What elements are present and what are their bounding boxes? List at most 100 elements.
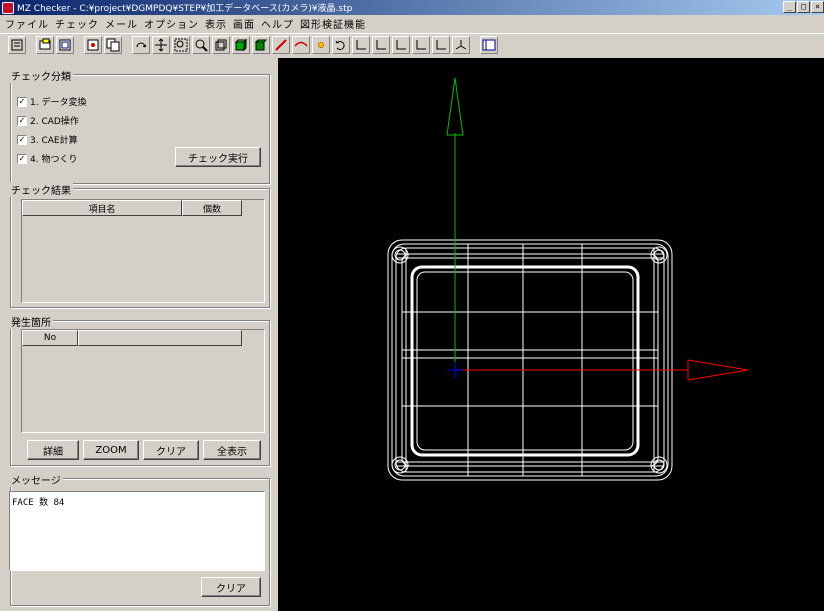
window-controls: _ □ ×	[783, 1, 824, 13]
axis-z	[447, 362, 463, 378]
menu-screen[interactable]: 画面	[230, 16, 258, 31]
checkbox[interactable]: ✓	[17, 96, 27, 107]
zoom-button[interactable]: ZOOM	[83, 440, 139, 460]
close-button[interactable]: ×	[811, 1, 824, 13]
export-button[interactable]	[84, 35, 102, 54]
fit-button[interactable]	[212, 35, 230, 54]
axis-x	[455, 359, 749, 381]
checkbox[interactable]: ✓	[17, 134, 27, 145]
title-bar: MZ Checker - C:¥project¥DGMPDQ¥STEP¥加工デー…	[0, 0, 824, 15]
rotate-button[interactable]	[132, 35, 150, 54]
checkbox-label: 4. 物つくり	[30, 155, 78, 165]
left-panel: チェック分類 ✓ 1. データ変換 ✓ 2. CAD操作 ✓ 3. CAE計算 …	[0, 58, 276, 611]
check-result-list[interactable]: 項目名 個数	[21, 199, 265, 303]
detail-button[interactable]: 詳細	[27, 440, 79, 460]
axis-neg-x-icon	[436, 39, 446, 49]
message-title: メッセージ	[9, 472, 63, 487]
rotate-icon	[136, 42, 147, 47]
window-title: MZ Checker - C:¥project¥DGMPDQ¥STEP¥加工デー…	[17, 4, 353, 14]
menu-bar: ファイル チェック メール オプション 表示 画面 ヘルプ 図形検証機能	[0, 15, 824, 32]
column-header-blank[interactable]	[78, 330, 242, 346]
minimize-button[interactable]: _	[783, 1, 796, 13]
checkbox[interactable]: ✓	[17, 115, 27, 126]
checkbox-label: 3. CAE計算	[30, 136, 78, 146]
open-button[interactable]	[36, 35, 54, 54]
wireframe-model	[387, 239, 673, 481]
panel-button[interactable]	[480, 35, 498, 54]
curve-icon	[294, 41, 308, 47]
check-category-group: チェック分類 ✓ 1. データ変換 ✓ 2. CAD操作 ✓ 3. CAE計算 …	[9, 68, 270, 184]
pan-icon	[155, 38, 167, 51]
menu-view[interactable]: 表示	[202, 16, 230, 31]
point-button[interactable]	[312, 35, 330, 54]
solid-button[interactable]	[252, 35, 270, 54]
checkbox-row-cad-operation[interactable]: ✓ 2. CAD操作	[17, 114, 79, 127]
axis-y	[446, 77, 464, 370]
undo-view-icon	[335, 40, 345, 50]
window-button[interactable]	[56, 35, 74, 54]
message-group: メッセージ FACE 数 84 クリア	[9, 472, 270, 606]
axis-z-button[interactable]	[392, 35, 410, 54]
column-header-no[interactable]: No	[22, 330, 78, 346]
checkbox-row-manufacturing[interactable]: ✓ 4. 物つくり	[17, 152, 77, 165]
axis-y-button[interactable]	[372, 35, 390, 54]
menu-file[interactable]: ファイル	[2, 16, 52, 31]
list-header: 項目名 個数	[22, 200, 264, 216]
model-view[interactable]	[278, 58, 824, 611]
copy-icon	[106, 38, 120, 51]
panel-icon	[482, 39, 496, 50]
checkbox-label: 2. CAD操作	[30, 117, 79, 127]
iso-button[interactable]	[452, 35, 470, 54]
shade-icon	[234, 38, 248, 51]
undo-view-button[interactable]	[332, 35, 350, 54]
axis-x-button[interactable]	[352, 35, 370, 54]
checkbox-label: 1. データ変換	[30, 98, 87, 108]
check-result-group: チェック結果 項目名 個数	[9, 182, 270, 308]
3d-viewport[interactable]	[278, 58, 824, 611]
menu-help[interactable]: ヘルプ	[258, 16, 297, 31]
checkbox-row-cae-calculation[interactable]: ✓ 3. CAE計算	[17, 133, 78, 146]
window-icon	[59, 39, 71, 50]
zoom-window-button[interactable]	[172, 35, 190, 54]
zoom-button[interactable]	[192, 35, 210, 54]
checkbox-row-data-conversion[interactable]: ✓ 1. データ変換	[17, 95, 86, 108]
curve-button[interactable]	[292, 35, 310, 54]
run-check-button[interactable]: チェック実行	[175, 147, 261, 167]
column-header-count[interactable]: 個数	[182, 200, 242, 216]
check-category-title: チェック分類	[9, 68, 73, 83]
occurrence-title: 発生箇所	[9, 314, 53, 329]
axis-neg-z-button[interactable]	[412, 35, 430, 54]
axis-neg-x-button[interactable]	[432, 35, 450, 54]
message-text-area[interactable]: FACE 数 84	[9, 491, 265, 571]
toolbar	[0, 33, 824, 55]
solid-icon	[254, 39, 268, 50]
line-button[interactable]	[272, 35, 290, 54]
print-button[interactable]	[8, 35, 26, 54]
menu-options[interactable]: オプション	[141, 16, 202, 31]
list-header: No	[22, 330, 264, 346]
point-icon	[318, 41, 324, 48]
menu-mail[interactable]: メール	[102, 16, 141, 31]
menu-geometry-verify[interactable]: 図形検証機能	[297, 16, 369, 31]
zoom-window-icon	[174, 38, 188, 51]
check-result-title: チェック結果	[9, 182, 73, 197]
app-icon	[2, 1, 14, 14]
axis-z-icon	[396, 39, 406, 49]
line-icon	[275, 38, 287, 51]
menu-check[interactable]: チェック	[52, 16, 102, 31]
show-all-button[interactable]: 全表示	[203, 440, 261, 460]
maximize-button[interactable]: □	[797, 1, 810, 13]
iso-icon	[455, 39, 467, 49]
copy-button[interactable]	[104, 35, 122, 54]
zoom-icon	[195, 39, 208, 52]
clear-message-button[interactable]: クリア	[201, 577, 261, 597]
axis-neg-z-icon	[416, 39, 426, 49]
column-header-item-name[interactable]: 項目名	[22, 200, 182, 216]
occurrence-list[interactable]: No	[21, 329, 265, 433]
shade-button[interactable]	[232, 35, 250, 54]
export-icon	[87, 39, 99, 50]
pan-button[interactable]	[152, 35, 170, 54]
clear-occurrence-button[interactable]: クリア	[143, 440, 199, 460]
checkbox[interactable]: ✓	[17, 153, 27, 164]
open-icon	[39, 38, 51, 49]
